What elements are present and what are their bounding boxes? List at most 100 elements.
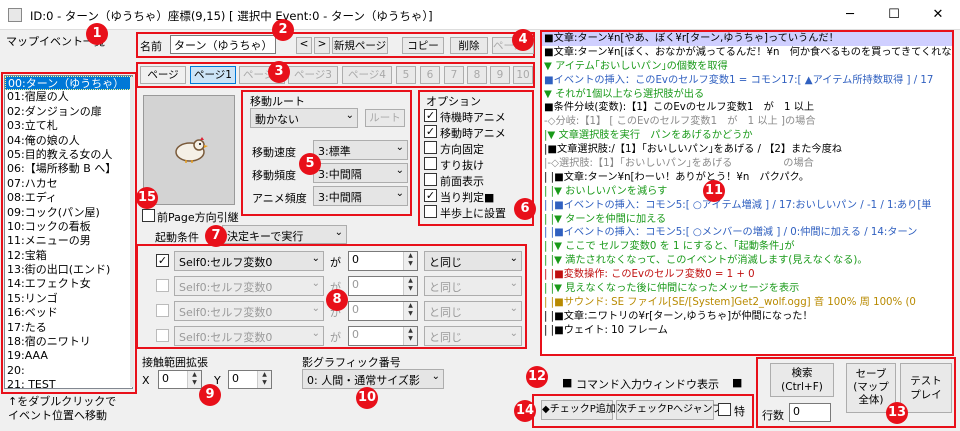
page-tab-8[interactable]: 8 — [467, 66, 487, 84]
shadow-select[interactable]: 0: 人間・通常サイズ影 ⌄ — [302, 369, 444, 389]
command-line[interactable]: | |■ウェイト: 10 フレーム — [542, 324, 952, 338]
event-list-item[interactable]: 08:エディ — [5, 191, 132, 205]
command-line[interactable]: | |▼ ここで セルフ変数0 を 1 にすると、｢起動条件｣が — [542, 240, 952, 254]
maximize-button[interactable]: ☐ — [872, 0, 916, 30]
event-list-item[interactable]: 06:【場所移動 B へ】 — [5, 162, 132, 176]
route-button[interactable]: ルート — [365, 109, 405, 127]
test-play-button[interactable]: テスト プレイ — [900, 363, 952, 413]
condition-value-spinner[interactable]: ▲ ▼ — [403, 327, 417, 345]
speed-select[interactable]: 3:標準 ⌄ — [313, 140, 408, 160]
event-list-item[interactable]: 18:宿のニワトリ — [5, 335, 132, 349]
command-window-button[interactable]: コマンド入力ウィンドウ表示 — [576, 376, 719, 392]
event-list-item[interactable]: 16:ベッド — [5, 306, 132, 320]
condition-operator-select[interactable]: と同じ ⌄ — [424, 276, 522, 296]
event-list-item[interactable]: 11:メニューの男 — [5, 234, 132, 248]
condition-variable-select[interactable]: Self0:セルフ変数0 ⌄ — [174, 276, 324, 296]
condition-checkbox-2[interactable] — [156, 279, 169, 292]
option-checkbox-1[interactable]: ✓ — [424, 109, 437, 122]
event-list-item[interactable]: 01:宿屋の人 — [5, 90, 132, 104]
prev-event-button[interactable]: < — [296, 37, 312, 54]
event-list-item[interactable]: 09:コック(パン屋) — [5, 206, 132, 220]
option-checkbox-3[interactable] — [424, 141, 437, 154]
command-line[interactable]: | |■サウンド: SE ファイル[SE/[System]Get2_wolf.o… — [542, 296, 952, 310]
event-list-item[interactable]: 13:街の出口(エンド) — [5, 263, 132, 277]
command-line[interactable]: | |■イベントの挿入：コモン5:[ ○メンバーの増減 ] / 0:仲間に加える… — [542, 226, 952, 240]
page-tab-6[interactable]: 6 — [420, 66, 440, 84]
trigger-select[interactable]: 決定キーで実行 ⌄ — [222, 225, 347, 244]
next-event-button[interactable]: > — [314, 37, 330, 54]
condition-operator-select[interactable]: と同じ ⌄ — [424, 326, 522, 346]
event-list-item[interactable]: 20: — [5, 364, 132, 378]
page-tab-1[interactable]: ページ1 — [190, 66, 236, 84]
frequency-select[interactable]: 3:中間隔 ⌄ — [313, 163, 408, 183]
page-tab-3[interactable]: ページ3 — [288, 66, 338, 84]
command-line[interactable]: | |■文章:ターン¥n[わーい！ありがとう！¥n パクパク。 — [542, 171, 952, 185]
command-line[interactable]: |■文章選択肢:/【1】｢おいしいパン｣をあげる / 【2】また今度ね — [542, 143, 952, 157]
command-line[interactable]: ■文章:ターン¥n[やあ、ぼく¥r[ターン,ゆうちゃ]っていうんだ！ — [542, 32, 952, 46]
condition-operator-select[interactable]: と同じ ⌄ — [424, 301, 522, 321]
condition-variable-select[interactable]: Self0:セルフ変数0 ⌄ — [174, 326, 324, 346]
event-list-item[interactable]: 05:目的教える女の人 — [5, 148, 132, 162]
condition-checkbox-4[interactable] — [156, 329, 169, 342]
search-button[interactable]: 検索 (Ctrl+F) — [770, 363, 834, 397]
event-list-item[interactable]: 14:エフェクト女 — [5, 277, 132, 291]
condition-checkbox-3[interactable] — [156, 304, 169, 317]
event-list-item[interactable]: 07:ハカセ — [5, 177, 132, 191]
event-list-item[interactable]: 02:ダンジョンの扉 — [5, 105, 132, 119]
event-list-item[interactable]: 21: TEST — [5, 378, 132, 388]
option-checkbox-6[interactable]: ✓ — [424, 189, 437, 202]
page-tab-5[interactable]: 5 — [396, 66, 416, 84]
event-list-item[interactable]: 19:AAA — [5, 349, 132, 363]
route-type-select[interactable]: 動かない ⌄ — [250, 108, 358, 128]
contact-x-spinner[interactable]: ▲ ▼ — [187, 371, 201, 388]
condition-value-spinner[interactable]: ▲ ▼ — [403, 302, 417, 320]
contact-y-spinner[interactable]: ▲ ▼ — [257, 371, 271, 388]
command-line[interactable]: ▼ アイテム｢おいしいパン｣の個数を取得 — [542, 60, 952, 74]
delete-button[interactable]: 削除 — [450, 37, 488, 54]
command-line[interactable]: | |▼ おいしいパンを減らす — [542, 185, 952, 199]
rows-input[interactable]: 0 — [789, 403, 831, 422]
command-line[interactable]: |-◇選択肢:【1】｢おいしいパン｣をあげる の場合 — [542, 157, 952, 171]
command-line[interactable]: | |■イベントの挿入：コモン5:[ ○アイテム増減 ] / 17:おいしいパン… — [542, 199, 952, 213]
front-page-direction-checkbox[interactable] — [142, 209, 155, 222]
close-button[interactable]: ✕ — [916, 0, 960, 30]
event-name-input[interactable]: ターン（ゆうちゃ） — [170, 35, 276, 54]
condition-value-spinner[interactable]: ▲ ▼ — [403, 277, 417, 295]
option-checkbox-2[interactable]: ✓ — [424, 125, 437, 138]
new-page-button[interactable]: 新規ページ — [332, 37, 388, 54]
event-list-scrollbar[interactable] — [130, 77, 134, 387]
page-tab-10[interactable]: 10 — [513, 66, 533, 84]
option-checkbox-7[interactable] — [424, 205, 437, 218]
minimize-button[interactable]: ─ — [828, 0, 872, 30]
event-list-item[interactable]: 00:ターン（ゆうちゃ） — [5, 76, 132, 91]
event-command-list[interactable]: ■文章:ターン¥n[やあ、ぼく¥r[ターン,ゆうちゃ]っていうんだ！ ■文章:ター… — [540, 30, 954, 356]
command-line[interactable]: | |▼ 満たされなくなって、このイベントが消滅します(見えなくなる)。 — [542, 254, 952, 268]
event-list-item[interactable]: 03:立て札 — [5, 119, 132, 133]
event-graphic-preview[interactable] — [143, 95, 235, 205]
command-line[interactable]: | |▼ 見えなくなった後に仲間になったメッセージを表示 — [542, 282, 952, 296]
special-checkbox[interactable] — [718, 403, 731, 416]
option-checkbox-4[interactable] — [424, 157, 437, 170]
page-tab-9[interactable]: 9 — [490, 66, 510, 84]
add-checkpoint-button[interactable]: ◆チェックP追加 — [541, 400, 616, 420]
command-line[interactable]: ■条件分岐(変数):【1】このEvのセルフ変数1 が 1 以上 — [542, 101, 952, 115]
event-list[interactable]: 00:ターン（ゆうちゃ） 01:宿屋の人 02:ダンジョンの扉 03:立て札 04:俺の… — [4, 75, 133, 389]
event-list-item[interactable]: 04:俺の娘の人 — [5, 134, 132, 148]
command-line[interactable]: |▼ 文章選択肢を実行 パンをあげるかどうか — [542, 129, 952, 143]
event-list-item[interactable]: 15:リンゴ — [5, 292, 132, 306]
command-line[interactable]: | |■変数操作: このEvのセルフ変数0 = 1 + 0 — [542, 268, 952, 282]
next-checkpoint-button[interactable]: 次チェックPへジャンプ — [616, 400, 722, 420]
command-line[interactable]: ▼ それが1個以上なら選択肢が出る — [542, 88, 952, 102]
condition-variable-select[interactable]: Self0:セルフ変数0 ⌄ — [174, 251, 324, 271]
copy-button[interactable]: コピー — [402, 37, 444, 54]
page-tab-4[interactable]: ページ4 — [342, 66, 392, 84]
condition-checkbox-1[interactable]: ✓ — [156, 254, 169, 267]
condition-operator-select[interactable]: と同じ ⌄ — [424, 251, 522, 271]
command-line[interactable]: | |▼ ターンを仲間に加える — [542, 213, 952, 227]
event-list-item[interactable]: 17:たる — [5, 321, 132, 335]
condition-value-spinner[interactable]: ▲ ▼ — [403, 252, 417, 270]
event-list-item[interactable]: 10:コックの看板 — [5, 220, 132, 234]
command-line[interactable]: | |■文章:ニワトリの¥r[ターン,ゆうちゃ]が仲間になった！ — [542, 310, 952, 324]
command-line[interactable]: -◇分岐:【1】 [ このEvのセルフ変数1 が 1 以上 ]の場合 — [542, 115, 952, 129]
anim-frequency-select[interactable]: 3:中間隔 ⌄ — [313, 186, 408, 206]
